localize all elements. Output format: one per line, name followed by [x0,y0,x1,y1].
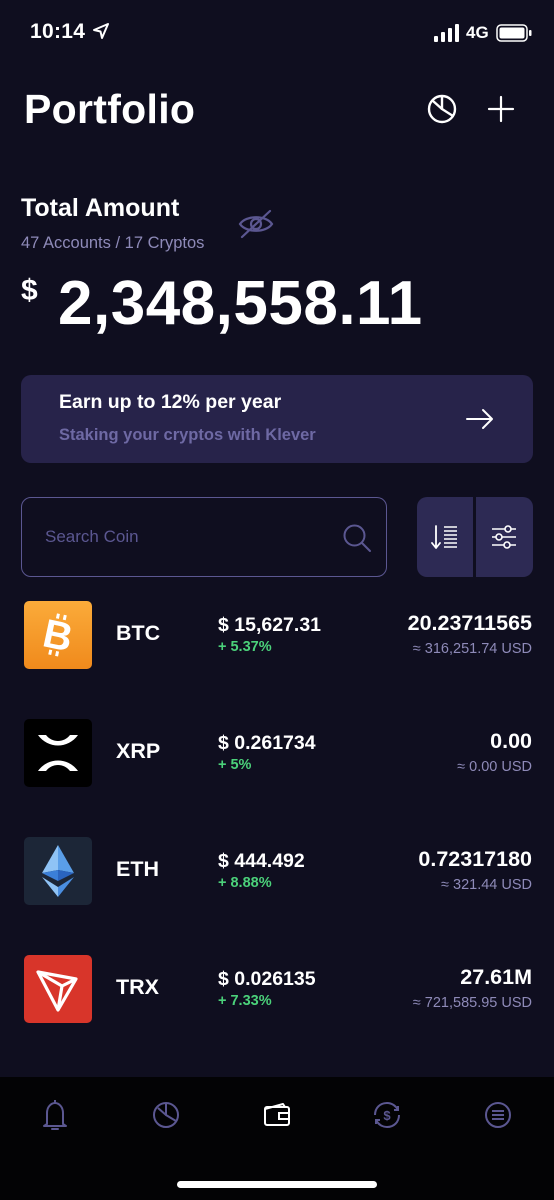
coin-symbol: ETH [116,857,159,881]
wallet-icon [264,1103,290,1126]
coin-change: + 7.33% [218,993,272,1009]
coin-usd-value: ≈ 316,251.74 USD [412,641,532,657]
exchange-icon: $ [374,1101,400,1129]
coin-price: $ 15,627.31 [218,614,322,636]
coin-price: $ 444.492 [218,850,305,872]
eth-logo-icon [24,837,92,905]
tab-wallet[interactable] [257,1097,297,1133]
accounts-summary: 47 Accounts / 17 Cryptos [21,234,205,252]
svg-text:$: $ [383,1108,391,1123]
arrow-right-icon [466,409,493,429]
coin-row-btc[interactable]: B BTC $ 15,627.31 + 5.37% 20.23711565 ≈ … [0,601,554,691]
coin-usd-value: ≈ 321.44 USD [441,877,532,893]
network-type: 4G [466,23,489,42]
coin-amount: 0.72317180 [418,847,532,871]
staking-banner[interactable]: Earn up to 12% per year Staking your cry… [21,375,533,463]
battery-icon [496,24,532,42]
trx-logo-icon [24,955,92,1023]
eye-off-icon[interactable] [236,207,276,241]
staking-title: Earn up to 12% per year [59,391,282,413]
page-title: Portfolio [24,86,196,132]
coin-usd-value: ≈ 0.00 USD [457,759,532,775]
coin-row-trx[interactable]: TRX $ 0.026135 + 7.33% 27.61M ≈ 721,585.… [0,955,554,1045]
search-input[interactable] [45,498,325,575]
search-box [21,497,387,577]
coin-symbol: TRX [116,975,159,999]
search-icon[interactable] [342,523,372,553]
coin-amount: 20.23711565 [407,611,532,635]
coin-change: + 5% [218,757,252,773]
pie-chart-icon[interactable] [425,92,459,126]
tab-portfolio-chart[interactable] [146,1097,186,1133]
coin-price: $ 0.026135 [218,968,316,990]
coin-usd-value: ≈ 721,585.95 USD [412,995,532,1011]
location-arrow-icon [93,23,109,39]
staking-subtitle: Staking your cryptos with Klever [59,426,316,444]
xrp-logo-icon [24,719,92,787]
tab-exchange[interactable]: $ [367,1097,407,1133]
tab-notifications[interactable] [35,1097,75,1133]
tab-menu[interactable] [478,1097,518,1133]
coin-amount: 0.00 [490,729,532,753]
coin-row-xrp[interactable]: XRP $ 0.261734 + 5% 0.00 ≈ 0.00 USD [0,719,554,809]
coin-symbol: XRP [116,739,161,763]
menu-icon [485,1102,511,1128]
total-balance: 2,348,558.11 [58,269,423,338]
sliders-icon [492,525,516,549]
plus-icon[interactable] [484,92,518,126]
signal-icon [434,24,459,42]
coin-price: $ 0.261734 [218,732,316,754]
coin-change: + 5.37% [218,639,272,655]
coin-symbol: BTC [116,621,161,645]
pie-chart-icon [153,1102,179,1128]
coin-amount: 27.61M [460,965,532,989]
bell-icon [43,1100,67,1130]
status-time: 10:14 [30,20,86,43]
total-amount-label: Total Amount [21,194,180,222]
status-bar: 10:14 4G [0,0,554,66]
sort-button[interactable] [417,497,473,577]
filter-button[interactable] [476,497,533,577]
coin-row-eth[interactable]: ETH $ 444.492 + 8.88% 0.72317180 ≈ 321.4… [0,837,554,927]
sort-icon [431,525,457,549]
btc-logo-icon: B [24,601,92,669]
home-indicator [177,1181,377,1188]
tab-bar: $ [0,1077,554,1200]
currency-symbol: $ [21,274,38,307]
coin-change: + 8.88% [218,875,272,891]
